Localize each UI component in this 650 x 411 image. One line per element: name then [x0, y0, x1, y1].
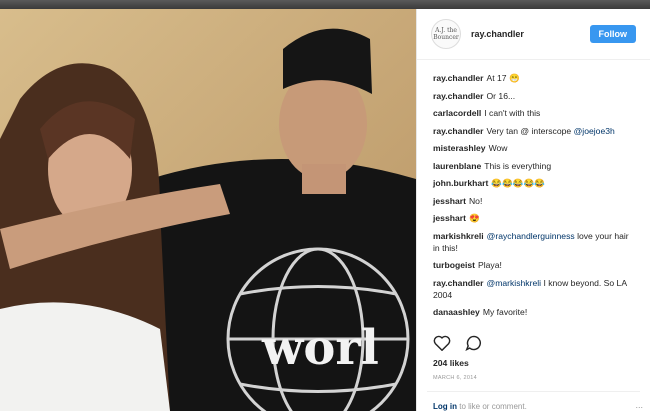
comment-item: john.burkhart 😂😂😂😂😂 — [433, 177, 636, 189]
comment-mention[interactable]: @joejoe3h — [574, 126, 615, 136]
more-icon[interactable]: ... — [635, 400, 643, 410]
login-link[interactable]: Log in — [433, 402, 457, 411]
comment-item: ray.chandler @markishkreli I know beyond.… — [433, 277, 636, 301]
comment-username[interactable]: ray.chandler — [433, 73, 483, 83]
comment-username[interactable]: jesshart — [433, 213, 466, 223]
likes-count[interactable]: 204 likes — [433, 358, 469, 368]
comment-username[interactable]: markishkreli — [433, 231, 484, 241]
comment-text: 😍 — [468, 213, 480, 223]
follow-button[interactable]: Follow — [589, 25, 636, 43]
comment-username[interactable]: danaashley — [433, 307, 480, 317]
comment-text: At 17 😁 — [486, 73, 520, 83]
comment-text: I can't with this — [484, 108, 541, 118]
avatar[interactable]: A.J. the Bouncer — [431, 19, 461, 49]
comment-item: carlacordell I can't with this — [433, 107, 636, 119]
comment-item: ray.chandler Very tan @ interscope @joejo… — [433, 125, 636, 137]
comment-mention[interactable]: @markishkreli — [486, 278, 541, 288]
comment-item: turbogeist Playa! — [433, 259, 636, 271]
heart-icon[interactable] — [433, 335, 451, 356]
shirt-text: worl — [261, 320, 379, 376]
comment-text: Very tan @ interscope — [486, 125, 572, 136]
comment-username[interactable]: misterashley — [433, 143, 486, 153]
comment-username[interactable]: john.burkhart — [433, 178, 488, 188]
comment-item: danaashley My favorite! — [433, 306, 636, 318]
comment-text: Playa! — [478, 260, 502, 270]
post-header: A.J. the Bouncer ray.chandler Follow — [417, 9, 650, 60]
comment-item: jesshart 😍 — [433, 212, 636, 224]
comment-text: 😂😂😂😂😂 — [491, 178, 545, 188]
browser-top-bar — [0, 0, 650, 9]
comment-item: misterashley Wow — [433, 142, 636, 154]
comment-text: No! — [468, 195, 483, 206]
comment-username[interactable]: ray.chandler — [433, 91, 483, 101]
comment-username[interactable]: ray.chandler — [433, 126, 483, 136]
comment-text: This is everything — [484, 160, 552, 171]
comment-item: ray.chandler At 17 😁 — [433, 72, 636, 84]
comment-text: Wow — [488, 143, 508, 153]
comment-username[interactable]: turbogeist — [433, 260, 475, 270]
comment-text: My favorite! — [482, 307, 528, 317]
comment-item: markishkreli @raychandlerguinness love yo… — [433, 230, 636, 254]
post-date: MARCH 6, 2014 — [433, 375, 477, 381]
divider — [427, 391, 640, 392]
post-actions — [433, 335, 483, 356]
comment-icon[interactable] — [465, 335, 483, 356]
comment-text: Or 16... — [486, 90, 516, 101]
login-prompt: Log in to like or comment. ... — [433, 400, 643, 411]
post-username[interactable]: ray.chandler — [471, 29, 590, 39]
comment-username[interactable]: ray.chandler — [433, 278, 483, 288]
avatar-text: A.J. the Bouncer — [433, 27, 459, 41]
comment-mention[interactable]: @raychandlerguinness — [487, 231, 575, 241]
comment-username[interactable]: laurenblane — [433, 161, 481, 171]
post-sidebar: A.J. the Bouncer ray.chandler Follow ray… — [416, 9, 650, 411]
comment-item: jesshart No! — [433, 195, 636, 207]
comments-list: ray.chandler At 17 😁 ray.chandler Or 16... c… — [417, 60, 650, 318]
comment-item: laurenblane This is everything — [433, 160, 636, 172]
comment-username[interactable]: jesshart — [433, 196, 466, 206]
login-text: to like or comment. — [459, 402, 527, 411]
comment-username[interactable]: carlacordell — [433, 108, 481, 118]
post-photo: worl — [0, 9, 416, 411]
comment-item: ray.chandler Or 16... — [433, 90, 636, 102]
photo-illustration: worl — [0, 9, 416, 411]
